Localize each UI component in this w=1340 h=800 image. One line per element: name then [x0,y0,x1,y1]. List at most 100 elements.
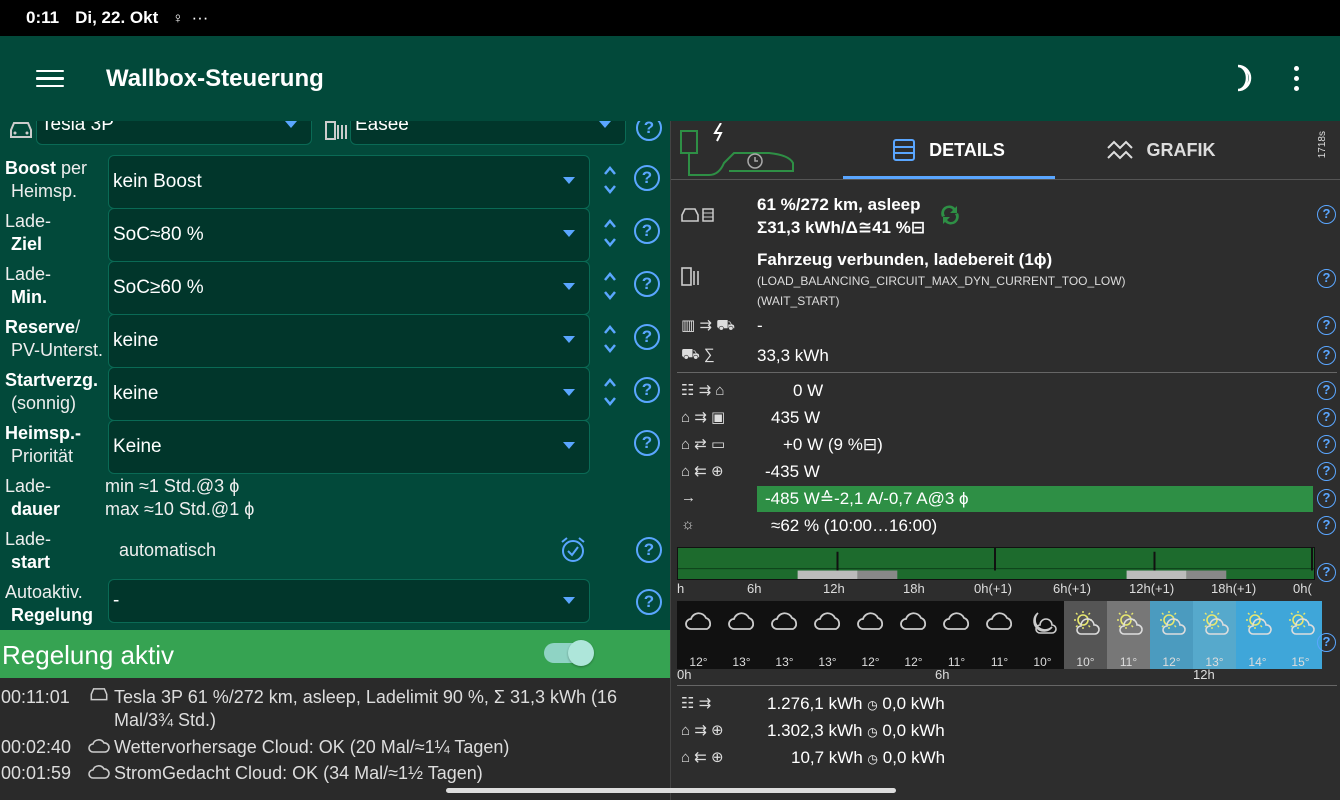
help-icon[interactable]: ? [634,430,660,456]
wallbox-select[interactable]: Easee [350,121,626,145]
house-grid-icon: ⌂ ⇇ ⊕ [681,463,724,480]
autoaktiv-label: Autoaktiv. Regelung [5,582,94,625]
autoaktiv-select[interactable]: - [108,579,590,623]
ladeziel-select[interactable]: SoC≈80 % [108,208,590,262]
up-down-stepper-icon[interactable] [603,218,617,248]
reserve-label: Reserve/PV-Unterst. [5,317,104,360]
boost-select[interactable]: kein Boost [108,155,590,209]
cloud-icon [985,612,1012,630]
list-icon [893,139,916,161]
charger-to-car-row: ▥ ⇉ ⛟ - ? [671,316,1340,338]
regelung-bar: Regelung aktiv [0,630,670,678]
help-icon[interactable]: ? [1317,408,1336,427]
help-icon[interactable]: ? [1317,346,1336,365]
weather-cell: 11° [935,601,978,669]
vehicle-select[interactable]: Tesla 3P [36,121,312,145]
cloud-icon [84,762,114,785]
help-icon[interactable]: ? [636,537,662,563]
startverzg-label: Startverzg. (sonnig) [5,370,99,413]
help-icon[interactable]: ? [1317,563,1336,582]
lademin-select[interactable]: SoC≥60 % [108,261,590,315]
weather-cell: 13° [763,601,806,669]
help-icon[interactable]: ? [634,218,660,244]
help-icon[interactable]: ? [634,165,660,191]
boost-label: Boost per Heimsp. [5,158,88,201]
startverzg-select-value: keine [113,383,159,404]
chevron-down-icon [599,121,611,128]
weather-cell: 13° [1193,601,1236,669]
weather-cell: 12° [1150,601,1193,669]
help-icon[interactable]: ? [634,271,660,297]
car-sum-row: ⛟ ∑ 33,3 kWh ? [671,346,1340,368]
app-bar: Wallbox-Steuerung [0,36,1340,121]
heimsp-prioritaet-select[interactable]: Keine [108,420,590,474]
refresh-icon[interactable] [937,203,963,227]
sun-cloud-icon [1116,611,1143,635]
ladedauer-label: Lade-dauer [5,476,61,519]
grid-row: ⌂ ⇇ ⊕ -435 W ? [671,462,1340,484]
wallbox-car-logo-icon [680,123,794,176]
alarm-clock-icon[interactable] [560,536,586,564]
house-consumption-row: ⌂ ⇉ ▣ 435 W ? [671,408,1340,430]
weather-cell: 13° [806,601,849,669]
startverzg-select[interactable]: keine [108,367,590,421]
heimsp-prioritaet-select-value: Keine [113,436,162,457]
tab-grafik[interactable]: GRAFIK [1055,121,1267,179]
weather-cell: 11° [978,601,1021,669]
menu-icon[interactable] [36,65,64,93]
status-date: Di, 22. Okt [75,8,159,27]
tab-details[interactable]: DETAILS [843,121,1055,179]
up-down-stepper-icon[interactable] [603,271,617,301]
car-icon [8,121,34,141]
help-icon[interactable]: ? [1317,205,1336,224]
house-to-meter-icon: ⌂ ⇉ ▣ [681,409,726,426]
house-battery-row: ⌂ ⇄ ▭ +0 W (9 %⊟) ? [671,435,1340,457]
autoaktiv-select-value: - [113,590,120,611]
home-indicator[interactable] [446,788,896,793]
reserve-select-value: keine [113,330,159,351]
help-icon[interactable]: ? [1317,462,1336,481]
up-down-stepper-icon[interactable] [603,165,617,195]
chevron-down-icon [563,597,575,604]
help-icon[interactable]: ? [1317,381,1336,400]
help-icon[interactable]: ? [636,121,662,141]
cloud-icon [942,612,969,630]
sun-cloud-icon [1288,611,1315,635]
help-icon[interactable]: ? [634,377,660,403]
energy-import-row: ⌂ ⇇ ⊕ 10,7 kWh ◷ 0,0 kWh [681,748,946,767]
overflow-menu-icon[interactable] [1294,66,1299,96]
chevron-down-icon [563,336,575,343]
sun-cloud-icon [1159,611,1186,635]
help-icon[interactable]: ? [1317,516,1336,535]
cloud-icon [813,612,840,630]
solar-to-house-icon: ☷ ⇉ ⌂ [681,382,725,399]
timeline-labels: h 6h 12h 18h 0h(+1) 6h(+1) 12h(+1) 18h(+… [677,581,1312,596]
ladestart-value: automatisch [119,540,217,560]
pv-to-house-row: ☷ ⇉ ⌂ 0 W ? [671,381,1340,403]
help-icon[interactable]: ? [1317,269,1336,288]
reserve-select[interactable]: keine [108,314,590,368]
ladestart-label: Lade-start [5,529,52,572]
help-icon[interactable]: ? [1317,489,1336,508]
chevron-down-icon [285,121,297,128]
up-down-stepper-icon[interactable] [603,377,617,407]
up-down-stepper-icon[interactable] [603,324,617,354]
sun-cloud-icon [1245,611,1272,635]
help-icon[interactable]: ? [1317,435,1336,454]
regelung-toggle[interactable] [544,640,594,666]
help-icon[interactable]: ? [636,589,662,615]
weather-forecast: 12° 13° 13° 13° 12° 12° 11° 11° 10° 10° 11° 12° 13° 1… [677,601,1322,669]
wallbox-icon [324,121,348,146]
lademin-label: Lade- Min. [5,264,52,307]
sun-icon: ☼ [681,516,695,533]
ladeziel-label: Lade- Ziel [5,211,52,254]
more-notifications-icon: ··· [191,8,209,27]
help-icon[interactable]: ? [634,324,660,350]
weather-cell: 12° [849,601,892,669]
weather-cell: 10° [1064,601,1107,669]
cloud-icon [727,612,754,630]
help-icon[interactable]: ? [1317,633,1336,652]
help-icon[interactable]: ? [1317,316,1336,335]
sun-cloud-icon [1073,611,1100,635]
moon-icon[interactable] [1230,63,1258,93]
